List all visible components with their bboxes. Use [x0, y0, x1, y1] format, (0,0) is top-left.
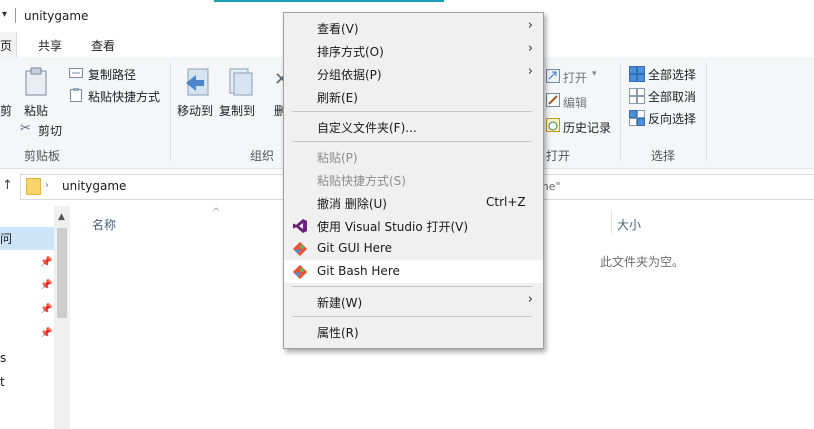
scroll-up-icon[interactable]: ▲ [58, 212, 65, 222]
pin-icon[interactable]: 📌 [40, 257, 52, 268]
menu-item-label: 属性(R) [317, 326, 359, 340]
select-none-icon [629, 88, 645, 104]
context-menu: 查看(V) › 排序方式(O) › 分组依据(P) › 刷新(E) 自定义文件夹… [283, 12, 544, 349]
column-divider[interactable] [611, 210, 612, 234]
submenu-arrow-icon: › [527, 64, 533, 79]
ribbon-partial-label[interactable]: 剪 [0, 102, 12, 119]
menu-item-label: 新建(W) [317, 296, 363, 310]
submenu-arrow-icon: › [527, 41, 533, 56]
tab-home-label: 页 [0, 39, 13, 53]
empty-folder-message: 此文件夹为空。 [600, 255, 685, 269]
git-bash-icon [292, 264, 308, 280]
move-to-icon[interactable] [184, 67, 212, 97]
scrollbar-thumb[interactable] [57, 228, 67, 318]
pin-icon[interactable]: 📌 [40, 304, 52, 315]
title-accent-line [214, 0, 444, 2]
visual-studio-icon [293, 219, 307, 233]
submenu-arrow-icon: › [527, 18, 533, 33]
menu-item-new[interactable]: 新建(W) › [284, 290, 543, 313]
menu-item-label: 刷新(E) [317, 91, 358, 105]
history-icon [546, 118, 560, 132]
select-none-button[interactable]: 全部取消 [648, 88, 696, 105]
up-arrow-icon[interactable]: ↑ [2, 178, 13, 193]
menu-item-paste: 粘贴(P) [284, 145, 543, 168]
menu-item-customize-folder[interactable]: 自定义文件夹(F)... [284, 115, 543, 138]
ribbon-separator [706, 63, 707, 161]
tab-view[interactable]: 查看 [91, 37, 115, 54]
edit-button[interactable]: 编辑 [563, 94, 587, 111]
menu-item-label: 使用 Visual Studio 打开(V) [317, 220, 469, 234]
title-separator [15, 8, 16, 23]
menu-separator [292, 141, 532, 142]
copy-path-icon [69, 68, 83, 78]
chevron-right-icon[interactable]: › [45, 180, 49, 191]
cut-button[interactable]: 剪切 [38, 122, 62, 139]
menu-item-paste-shortcut: 粘贴快捷方式(S) [284, 168, 543, 191]
column-header-name[interactable]: 名称 [92, 216, 116, 233]
window-title: unitygame [24, 9, 89, 23]
column-header-size[interactable]: 大小 [617, 216, 641, 233]
menu-item-group[interactable]: 分组依据(P) › [284, 62, 543, 85]
open-icon [546, 69, 560, 83]
sort-up-icon: ^ [212, 207, 221, 218]
menu-item-shortcut: Ctrl+Z [486, 195, 526, 209]
menu-item-git-gui[interactable]: Git GUI Here [284, 237, 543, 260]
menu-item-open-visual-studio[interactable]: 使用 Visual Studio 打开(V) [284, 214, 543, 237]
menu-item-label: 粘贴(P) [317, 151, 358, 165]
menu-item-git-bash[interactable]: Git Bash Here [284, 260, 543, 283]
submenu-arrow-icon: › [527, 292, 533, 307]
menu-separator [292, 286, 532, 287]
copy-to-icon[interactable] [226, 67, 254, 97]
open-group-label: 打开 [546, 149, 571, 163]
open-dropdown-icon[interactable]: ▾ [592, 69, 597, 79]
paste-shortcut-button[interactable]: 粘贴快捷方式 [88, 88, 160, 105]
invert-selection-button[interactable]: 反向选择 [648, 110, 696, 127]
pin-icon[interactable]: 📌 [40, 328, 52, 339]
copy-to-button[interactable]: 复制到 [219, 102, 255, 119]
scissors-icon: ✂ [20, 121, 31, 136]
select-all-icon [629, 66, 645, 82]
menu-separator [292, 111, 532, 112]
menu-item-label: 查看(V) [317, 22, 359, 36]
paste-button[interactable]: 粘贴 [24, 102, 48, 119]
address-path[interactable]: unitygame [62, 179, 126, 193]
menu-item-label: Git Bash Here [317, 264, 400, 278]
copy-path-button[interactable]: 复制路径 [88, 66, 136, 83]
git-gui-icon [292, 241, 308, 257]
menu-item-label: 粘贴快捷方式(S) [317, 174, 406, 188]
paste-shortcut-icon [70, 88, 82, 102]
open-button[interactable]: 打开 [563, 69, 587, 86]
nav-item-s[interactable]: s [0, 351, 6, 365]
quick-access-dropdown-icon[interactable]: ▾ [2, 9, 7, 20]
clipboard-group-label: 剪贴板 [24, 149, 61, 163]
nav-item-quick-access[interactable]: 问 [0, 230, 12, 247]
nav-item-t[interactable]: t [0, 375, 5, 389]
menu-item-label: 排序方式(O) [317, 45, 384, 59]
navigation-pane: 问 📌 📌 📌 📌 s t ▲ [0, 206, 70, 429]
tab-home[interactable]: 页 [0, 32, 17, 57]
history-button[interactable]: 历史记录 [563, 119, 611, 136]
select-all-button[interactable]: 全部选择 [648, 66, 696, 83]
menu-item-undo-delete[interactable]: 撤消 删除(U) Ctrl+Z [284, 191, 543, 214]
invert-selection-icon [629, 110, 645, 126]
menu-item-sort[interactable]: 排序方式(O) › [284, 39, 543, 62]
edit-icon [546, 93, 560, 107]
menu-item-label: 撤消 删除(U) [317, 197, 387, 211]
menu-item-view[interactable]: 查看(V) › [284, 16, 543, 39]
menu-item-label: 分组依据(P) [317, 68, 382, 82]
menu-item-label: Git GUI Here [317, 241, 393, 255]
tab-share[interactable]: 共享 [38, 37, 62, 54]
menu-item-refresh[interactable]: 刷新(E) [284, 85, 543, 108]
menu-separator [292, 316, 532, 317]
pin-icon[interactable]: 📌 [40, 280, 52, 291]
ribbon-separator [620, 63, 621, 161]
organize-group-label: 组织 [250, 149, 275, 163]
select-group-label: 选择 [651, 149, 676, 163]
paste-icon[interactable] [24, 67, 48, 97]
ribbon-separator [170, 63, 171, 161]
folder-icon [26, 178, 41, 195]
menu-item-properties[interactable]: 属性(R) [284, 320, 543, 343]
menu-item-label: 自定义文件夹(F)... [317, 121, 417, 135]
move-to-button[interactable]: 移动到 [177, 102, 213, 119]
